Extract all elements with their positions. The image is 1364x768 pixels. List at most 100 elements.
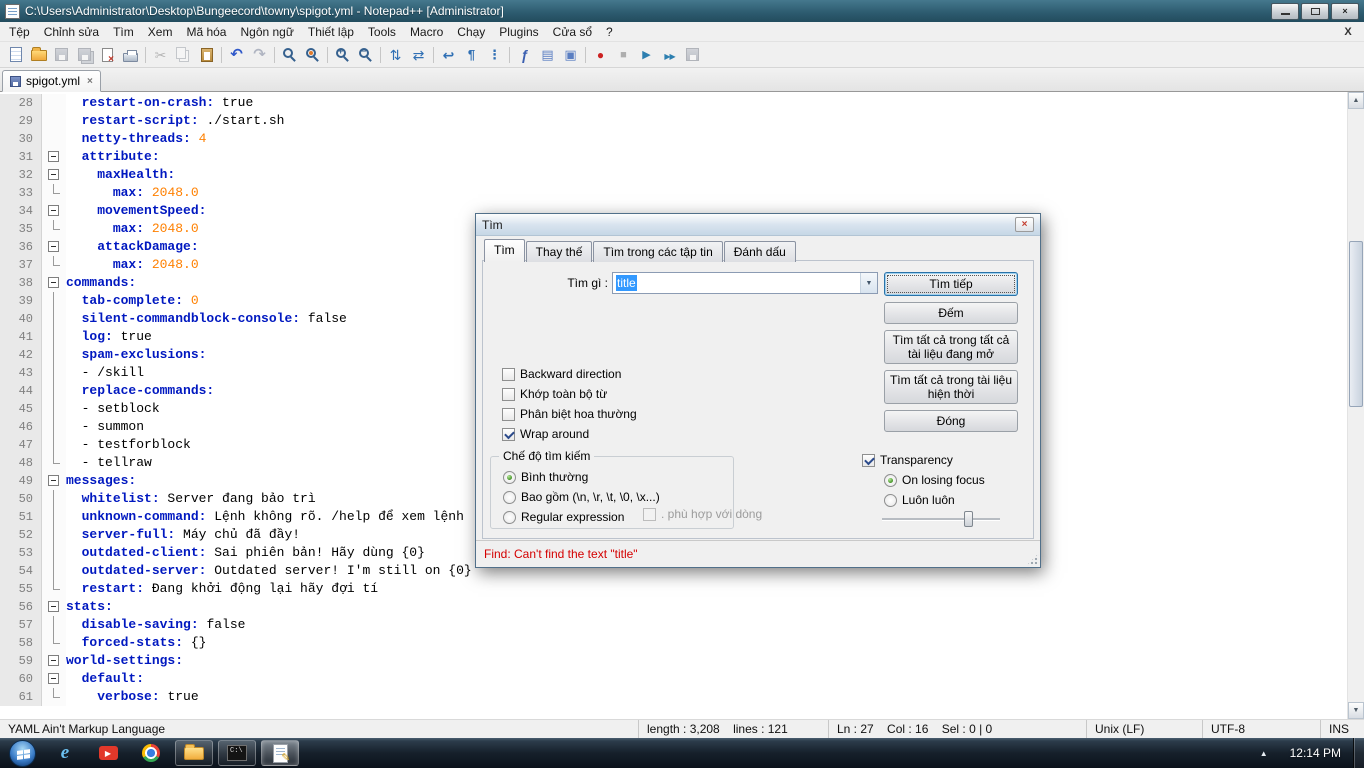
code-text[interactable]: - tellraw <box>66 454 152 472</box>
find-all-current-doc-button[interactable]: Tìm tất cả trong tài liệu hiện thời <box>884 370 1018 404</box>
open-file-icon[interactable] <box>27 44 50 66</box>
radio-icon[interactable] <box>884 494 897 507</box>
code-text[interactable]: forced-stats: {} <box>66 634 206 652</box>
menu-item-5[interactable]: Ngôn ngữ <box>233 22 300 42</box>
radio-icon[interactable] <box>884 474 897 487</box>
function-list-icon[interactable] <box>513 44 536 66</box>
code-text[interactable]: max: 2048.0 <box>66 220 199 238</box>
code-text[interactable]: silent-commandblock-console: false <box>66 310 347 328</box>
word-wrap-icon[interactable] <box>437 44 460 66</box>
redo-icon[interactable] <box>248 44 271 66</box>
command-prompt-icon[interactable]: C:\ <box>218 740 256 766</box>
code-text[interactable]: - testforblock <box>66 436 191 454</box>
fold-toggle-icon[interactable] <box>42 652 66 670</box>
code-text[interactable]: outdated-server: Outdated server! I'm st… <box>66 562 472 580</box>
find-option-1[interactable]: Khớp toàn bộ từ <box>502 386 637 402</box>
menu-item-11[interactable]: Cửa sổ <box>546 22 599 42</box>
find-what-value[interactable]: title <box>616 275 637 291</box>
code-text[interactable]: restart-script: ./start.sh <box>66 112 284 130</box>
scrollbar-thumb[interactable] <box>1349 241 1363 407</box>
code-text[interactable]: commands: <box>66 274 136 292</box>
transparency-option[interactable]: Transparency <box>862 452 953 468</box>
start-button[interactable] <box>9 740 36 767</box>
find-option-2[interactable]: Phân biệt hoa thường <box>502 406 637 422</box>
show-desktop-button[interactable] <box>1353 738 1364 768</box>
notepad-plus-plus-icon[interactable] <box>261 740 299 766</box>
document-switcher-icon[interactable] <box>559 44 582 66</box>
find-icon[interactable] <box>278 44 301 66</box>
close-dialog-button[interactable]: Đóng <box>884 410 1018 432</box>
save-all-icon[interactable] <box>73 44 96 66</box>
record-macro-icon[interactable] <box>589 44 612 66</box>
checkbox-icon[interactable] <box>502 388 515 401</box>
transparency-slider[interactable] <box>880 510 1002 528</box>
fold-toggle-icon[interactable] <box>42 598 66 616</box>
code-text[interactable]: spam-exclusions: <box>66 346 206 364</box>
chrome-icon[interactable] <box>132 740 170 766</box>
tab-spigot-yml[interactable]: spigot.yml × <box>2 70 101 92</box>
show-all-characters-icon[interactable] <box>460 44 483 66</box>
close-document-icon[interactable] <box>96 44 119 66</box>
stop-recording-icon[interactable] <box>612 44 635 66</box>
code-text[interactable]: max: 2048.0 <box>66 256 199 274</box>
fold-toggle-icon[interactable] <box>42 202 66 220</box>
find-option-3[interactable]: Wrap around <box>502 426 637 442</box>
menu-item-0[interactable]: Tệp <box>2 22 37 42</box>
code-text[interactable]: maxHealth: <box>66 166 175 184</box>
radio-icon[interactable] <box>503 511 516 524</box>
new-file-icon[interactable] <box>4 44 27 66</box>
search-mode-radio-1[interactable]: Bao gồm (\n, \r, \t, \0, \x...) <box>503 489 660 505</box>
find-dialog-close-icon[interactable]: × <box>1015 217 1034 232</box>
count-button[interactable]: Đếm <box>884 302 1018 324</box>
slider-thumb-icon[interactable] <box>964 511 973 527</box>
code-text[interactable]: restart: Đang khởi động lại hãy đợi tí <box>66 580 378 598</box>
save-macro-icon[interactable] <box>681 44 704 66</box>
youtube-icon[interactable]: ▶ <box>89 740 127 766</box>
search-mode-radio-2[interactable]: Regular expression <box>503 509 624 525</box>
fold-toggle-icon[interactable] <box>42 238 66 256</box>
fold-toggle-icon[interactable] <box>42 670 66 688</box>
menu-item-2[interactable]: Tìm <box>106 22 141 42</box>
fold-toggle-icon[interactable] <box>42 166 66 184</box>
checkbox-icon[interactable] <box>502 368 515 381</box>
code-text[interactable]: - summon <box>66 418 144 436</box>
code-text[interactable]: - /skill <box>66 364 144 382</box>
menu-item-10[interactable]: Plugins <box>492 22 545 42</box>
code-text[interactable]: attackDamage: <box>66 238 199 256</box>
scroll-down-icon[interactable]: ▼ <box>1348 702 1364 719</box>
fold-toggle-icon[interactable] <box>42 148 66 166</box>
code-text[interactable]: stats: <box>66 598 113 616</box>
explorer-folder-icon[interactable] <box>175 740 213 766</box>
play-macro-icon[interactable] <box>635 44 658 66</box>
find-what-combobox[interactable]: title ▼ <box>612 272 878 294</box>
undo-icon[interactable] <box>225 44 248 66</box>
radio-icon[interactable] <box>503 491 516 504</box>
print-icon[interactable] <box>119 44 142 66</box>
close-document-button[interactable]: X <box>1340 24 1356 39</box>
code-text[interactable]: attribute: <box>66 148 160 166</box>
find-option-0[interactable]: Backward direction <box>502 366 637 382</box>
sync-horizontal-icon[interactable] <box>407 44 430 66</box>
code-text[interactable]: disable-saving: false <box>66 616 245 634</box>
minimize-button[interactable] <box>1271 3 1299 20</box>
transparency-radio-0[interactable]: On losing focus <box>884 472 985 488</box>
checkbox-icon[interactable] <box>502 428 515 441</box>
code-text[interactable]: log: true <box>66 328 152 346</box>
code-text[interactable]: messages: <box>66 472 136 490</box>
zoom-in-icon[interactable] <box>331 44 354 66</box>
combo-dropdown-icon[interactable]: ▼ <box>860 273 877 293</box>
internet-explorer-icon[interactable]: e <box>46 740 84 766</box>
code-text[interactable]: movementSpeed: <box>66 202 206 220</box>
find-dialog-tab-0[interactable]: Tìm <box>484 239 525 262</box>
zoom-out-icon[interactable] <box>354 44 377 66</box>
code-text[interactable]: unknown-command: Lệnh không rõ. /help để… <box>66 508 464 526</box>
code-text[interactable]: - setblock <box>66 400 160 418</box>
copy-icon[interactable] <box>172 44 195 66</box>
sync-vertical-icon[interactable] <box>384 44 407 66</box>
code-text[interactable]: max: 2048.0 <box>66 184 199 202</box>
clock[interactable]: 12:14 PM <box>1278 746 1353 760</box>
menu-item-3[interactable]: Xem <box>141 22 180 42</box>
code-text[interactable]: outdated-client: Sai phiên bản! Hãy dùng… <box>66 544 425 562</box>
checkbox-icon[interactable] <box>862 454 875 467</box>
cut-icon[interactable] <box>149 44 172 66</box>
